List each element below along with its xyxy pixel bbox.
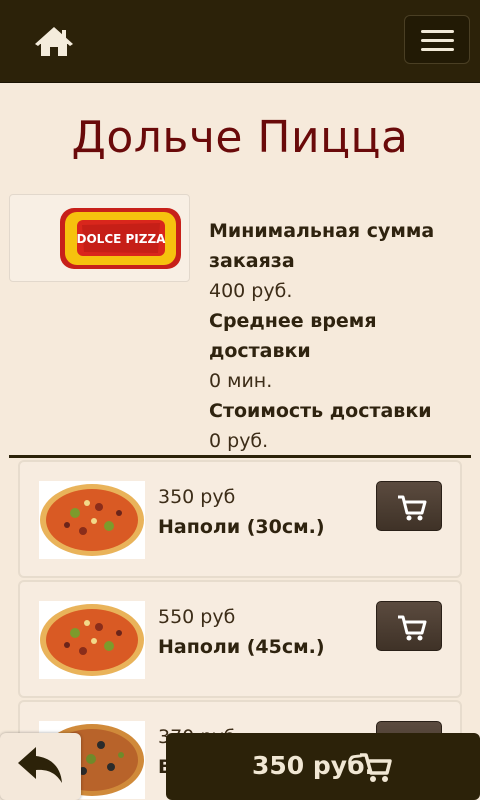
product-name: Наполи (30см.) [158, 516, 325, 538]
home-icon [35, 27, 73, 56]
restaurant-logo: DOLCE PIZZA [9, 194, 190, 282]
product-card[interactable]: 550 руб Наполи (45см.) [18, 580, 462, 698]
delivery-cost-label: Стоимость доставки [209, 400, 432, 422]
back-button[interactable] [0, 733, 81, 800]
cart-icon [398, 495, 427, 521]
min-order-label: Минимальная сумма закаяза [209, 220, 435, 272]
top-bar [0, 0, 480, 83]
min-order-value: 400 руб. [209, 280, 293, 302]
product-card[interactable]: 350 руб Наполи (30см.) [18, 460, 462, 578]
restaurant-info: Минимальная сумма закаяза 400 руб. Средн… [209, 216, 479, 456]
cart-icon [398, 615, 427, 641]
product-name: Наполи (45см.) [158, 636, 325, 658]
pizza-image [39, 601, 145, 679]
restaurant-title: Дольче Пицца [71, 112, 409, 163]
dolce-pizza-logo-icon: DOLCE PIZZA [60, 208, 181, 269]
cart-total: 350 руб. [252, 751, 375, 780]
menu-button[interactable] [404, 15, 470, 64]
delivery-time-value: 0 мин. [209, 370, 273, 392]
svg-text:DOLCE PIZZA: DOLCE PIZZA [77, 232, 167, 246]
home-button[interactable] [34, 26, 74, 58]
cart-total-button[interactable]: 350 руб. [166, 733, 480, 800]
cart-icon [360, 753, 392, 782]
pizza-image [39, 481, 145, 559]
delivery-time-label: Среднее время доставки [209, 310, 377, 362]
delivery-cost-value: 0 руб. [209, 430, 269, 452]
add-to-cart-button[interactable] [376, 481, 442, 531]
product-price: 550 руб [158, 606, 236, 628]
back-arrow-icon [18, 747, 62, 783]
product-price: 350 руб [158, 486, 236, 508]
add-to-cart-button[interactable] [376, 601, 442, 651]
